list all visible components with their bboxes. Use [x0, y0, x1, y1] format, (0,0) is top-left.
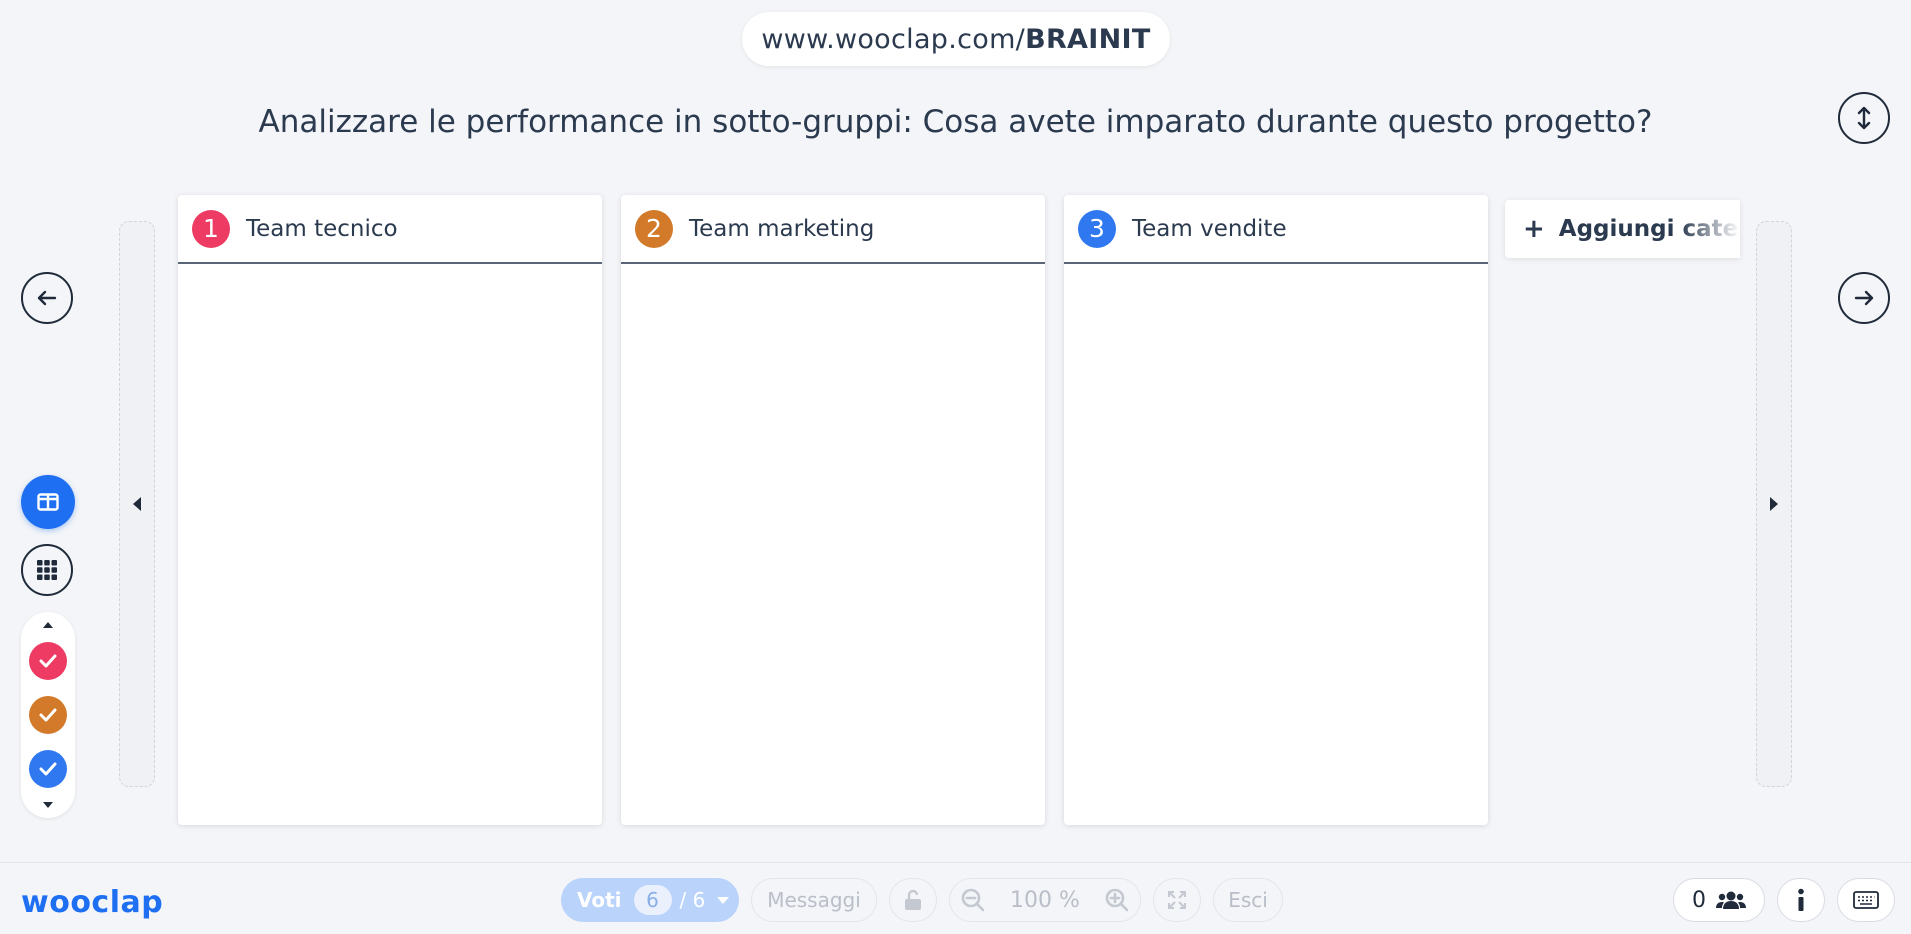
unlock-icon [905, 889, 921, 910]
votes-label: Voti [577, 888, 622, 912]
zoom-in-icon[interactable] [1104, 887, 1130, 913]
session-url: www.wooclap.com/BRAINIT [742, 12, 1170, 66]
zoom-control: 100 % [949, 878, 1141, 922]
session-url-code: BRAINIT [1025, 23, 1151, 55]
category-number-badge: 2 [635, 209, 673, 248]
chevron-down-icon [717, 896, 730, 904]
arrow-right-icon [1854, 290, 1874, 306]
zoom-out-icon[interactable] [960, 887, 986, 913]
category-column-1[interactable]: 1 Team tecnico [178, 195, 602, 825]
exit-button[interactable]: Esci [1213, 878, 1283, 922]
keyboard-icon [1853, 891, 1879, 909]
resize-button[interactable] [1838, 92, 1890, 144]
users-icon [1716, 891, 1746, 909]
filter-category-2[interactable] [29, 696, 67, 734]
keyboard-shortcuts-button[interactable] [1837, 878, 1895, 922]
messages-button[interactable]: Messaggi [751, 878, 877, 922]
info-button[interactable] [1777, 878, 1825, 922]
filter-category-1[interactable] [29, 642, 67, 680]
caret-right-icon [1770, 497, 1778, 511]
column-title: Team marketing [689, 215, 875, 242]
column-header: 1 Team tecnico [178, 195, 602, 264]
votes-button[interactable]: Voti 6 / 6 [561, 878, 739, 922]
category-column-2[interactable]: 2 Team marketing [621, 195, 1045, 825]
category-column-3[interactable]: 3 Team vendite [1064, 195, 1488, 825]
column-title: Team vendite [1132, 215, 1287, 242]
grid-icon [37, 560, 57, 580]
check-icon [39, 654, 57, 668]
scroll-right-handle[interactable] [1756, 221, 1792, 787]
filter-category-3[interactable] [29, 750, 67, 788]
plus-icon: + [1523, 214, 1545, 244]
lock-button[interactable] [889, 878, 937, 922]
participants-button[interactable]: 0 [1673, 878, 1765, 922]
footer-toolbar: wooclap Voti 6 / 6 Messaggi 100 % Esci 0 [0, 862, 1911, 934]
category-filter-panel [21, 612, 75, 818]
grid-view-button[interactable] [21, 544, 73, 596]
expand-icon [1168, 891, 1186, 909]
add-category-label: Aggiungi catego [1558, 216, 1740, 242]
scroll-left-handle[interactable] [119, 221, 155, 787]
info-icon [1798, 888, 1804, 911]
vertical-resize-icon [1857, 106, 1871, 130]
check-icon [39, 762, 57, 776]
next-question-button[interactable] [1838, 272, 1890, 324]
caret-left-icon [133, 497, 141, 511]
category-number-badge: 3 [1078, 209, 1116, 248]
add-category-button[interactable]: + Aggiungi catego [1505, 200, 1740, 258]
question-title: Analizzare le performance in sotto-grupp… [258, 104, 1653, 140]
participants-count: 0 [1692, 887, 1706, 913]
session-url-prefix: www.wooclap.com/ [761, 23, 1026, 55]
arrow-left-icon [37, 290, 57, 306]
filter-scroll-down-icon[interactable] [43, 802, 53, 808]
columns-layout-icon [37, 493, 59, 511]
columns-view-button[interactable] [21, 475, 75, 529]
column-header: 3 Team vendite [1064, 195, 1488, 264]
previous-question-button[interactable] [21, 272, 73, 324]
votes-count: 6 [633, 885, 672, 915]
zoom-level: 100 % [1010, 887, 1080, 913]
check-icon [39, 708, 57, 722]
column-title: Team tecnico [246, 215, 398, 242]
column-header: 2 Team marketing [621, 195, 1045, 264]
category-number-badge: 1 [192, 209, 230, 248]
filter-scroll-up-icon[interactable] [43, 622, 53, 628]
wooclap-logo: wooclap [21, 885, 164, 920]
fullscreen-button[interactable] [1153, 878, 1201, 922]
votes-total: / 6 [679, 888, 706, 912]
